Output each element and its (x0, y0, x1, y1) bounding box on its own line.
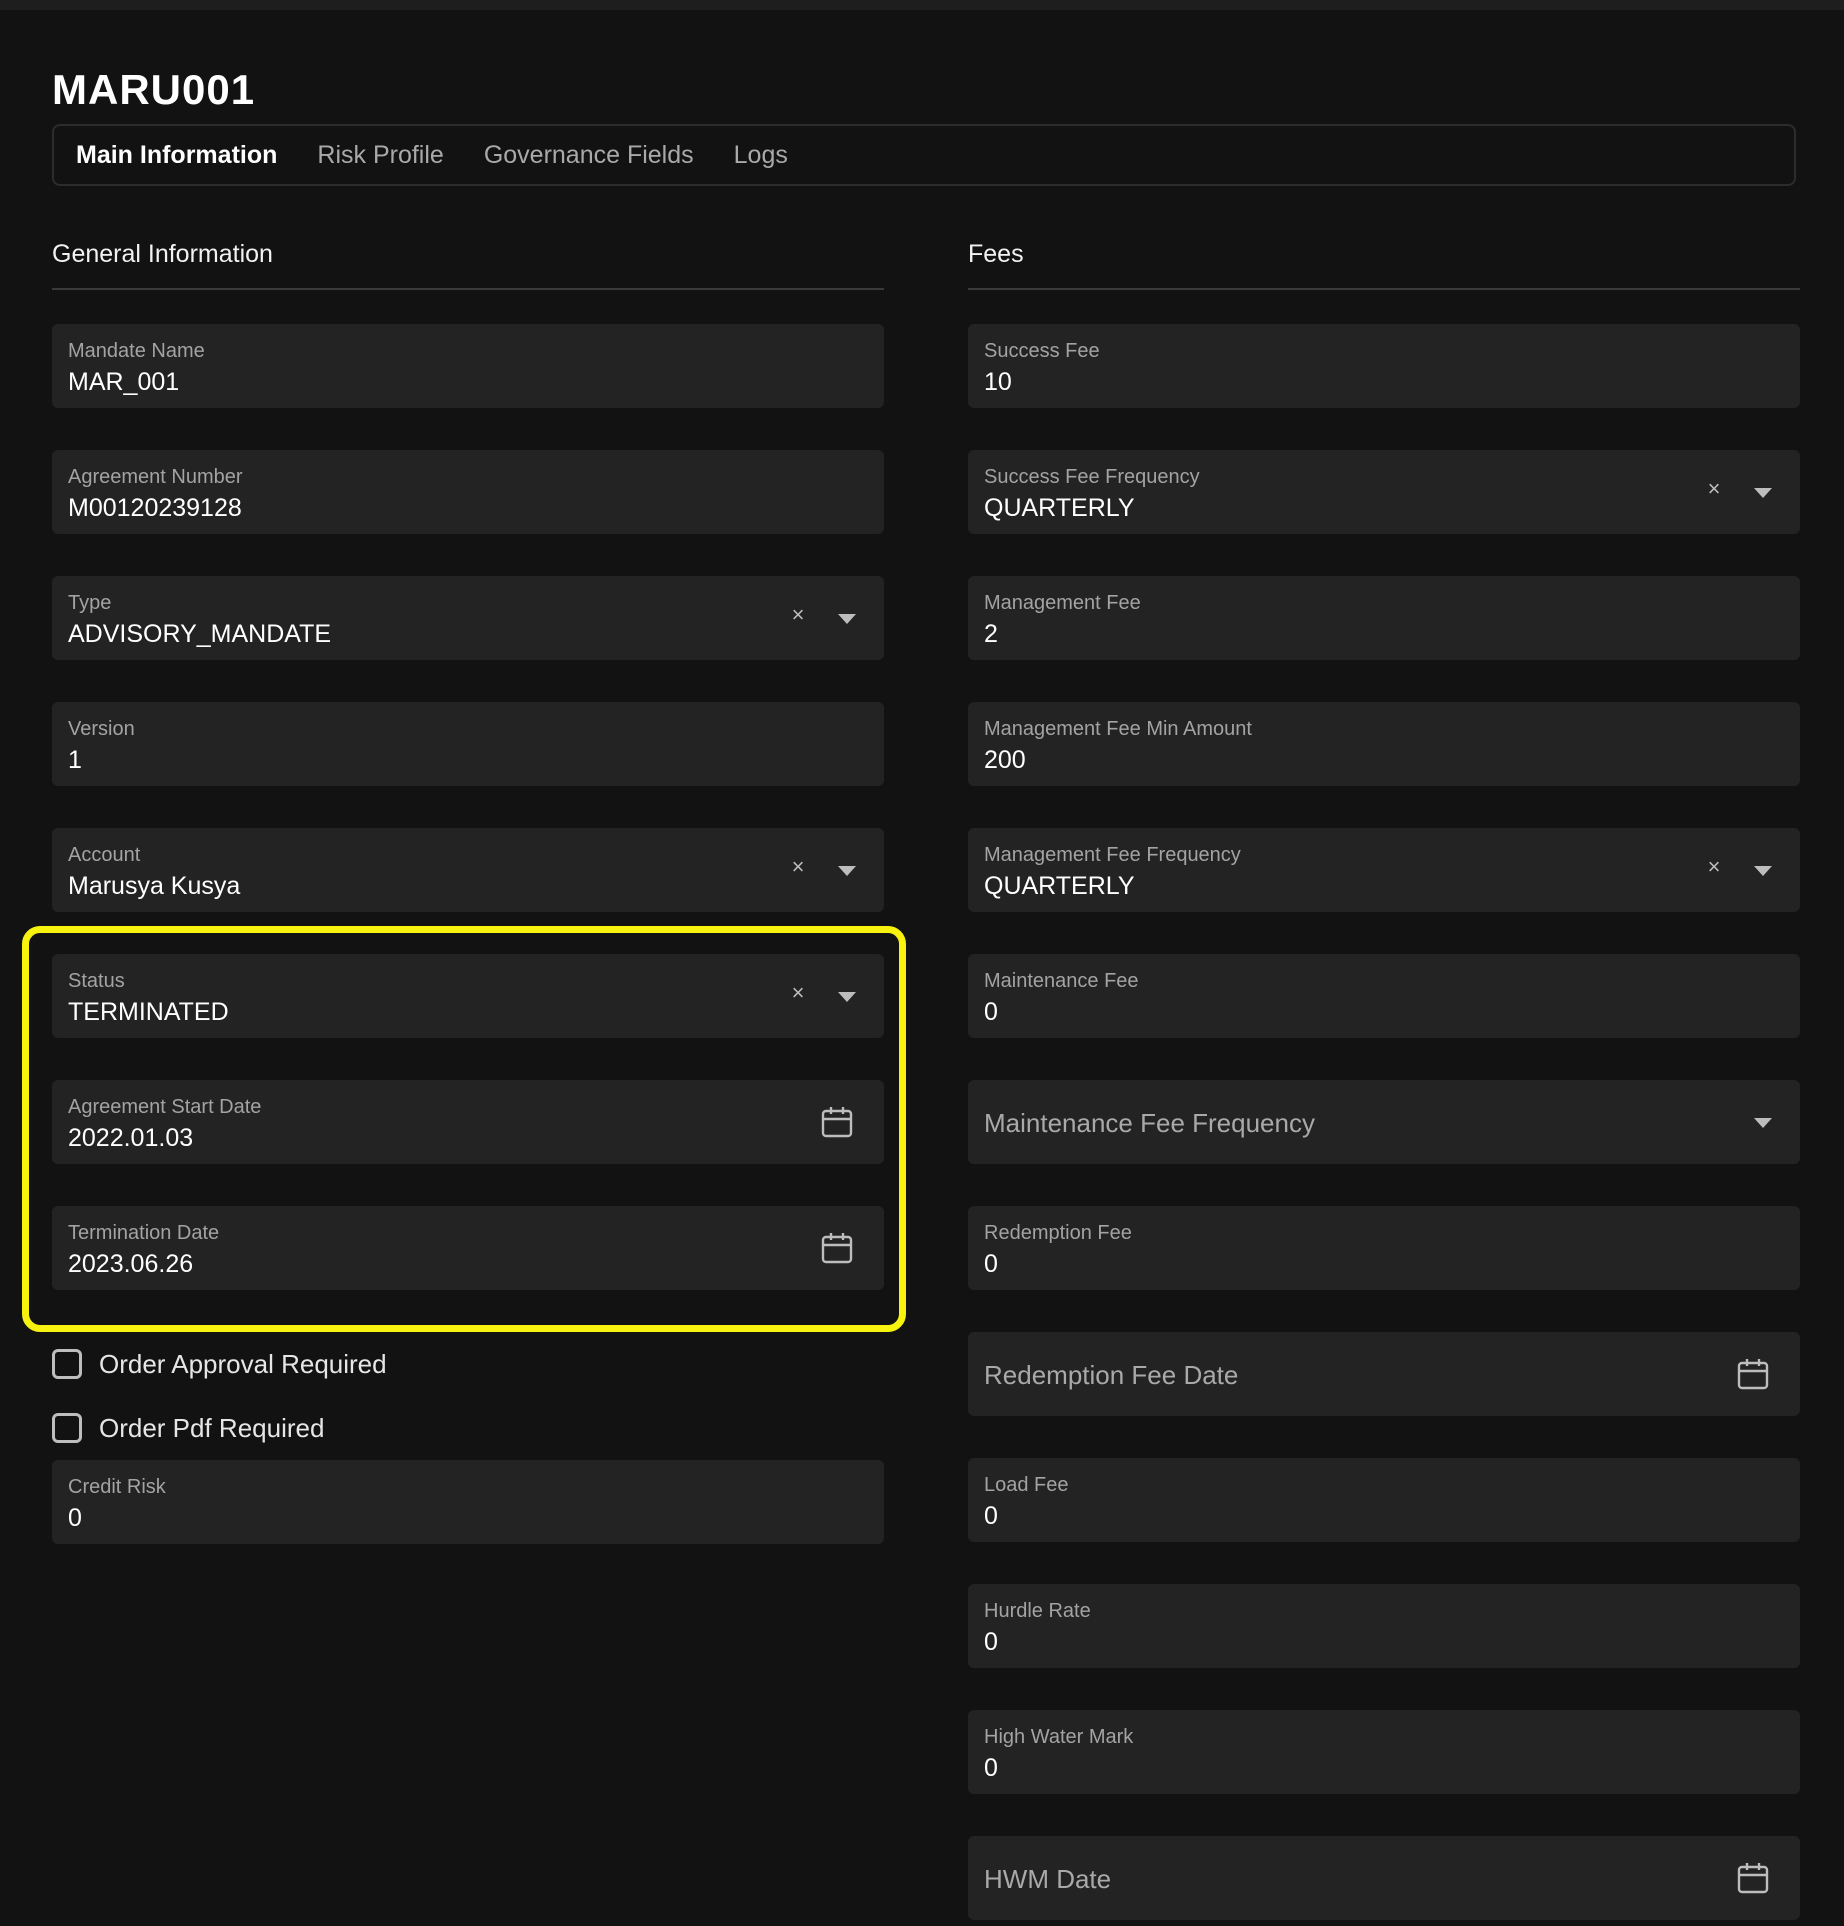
top-bar (0, 0, 1844, 10)
credit-risk-value[interactable]: 0 (68, 1504, 82, 1533)
maintenance-fee-value[interactable]: 0 (984, 998, 998, 1027)
calendar-icon[interactable] (820, 1105, 854, 1139)
order-pdf-required-checkbox[interactable] (52, 1413, 82, 1443)
close-icon[interactable]: × (1704, 478, 1724, 500)
agreement-number-value[interactable]: M00120239128 (68, 494, 242, 523)
account-select[interactable]: Account Marusya Kusya × (52, 828, 884, 912)
termination-date-value[interactable]: 2023.06.26 (68, 1250, 193, 1279)
chevron-down-icon[interactable] (1754, 866, 1772, 876)
order-approval-required-checkbox-row[interactable]: Order Approval Required (52, 1346, 387, 1382)
status-select[interactable]: Status TERMINATED × (52, 954, 884, 1038)
order-approval-required-label[interactable]: Order Approval Required (99, 1349, 387, 1380)
page-title: MARU001 (52, 66, 256, 113)
termination-date-label: Termination Date (68, 1222, 220, 1244)
redemption-fee-label: Redemption Fee (984, 1222, 1132, 1244)
success-fee-value[interactable]: 10 (984, 368, 1012, 397)
chevron-down-icon[interactable] (838, 614, 856, 624)
account-label: Account (68, 844, 141, 866)
agreement-start-date-field[interactable]: Agreement Start Date 2022.01.03 (52, 1080, 884, 1164)
agreement-number-label: Agreement Number (68, 466, 243, 488)
type-label: Type (68, 592, 112, 614)
management-fee-frequency-label: Management Fee Frequency (984, 844, 1241, 866)
tab-governance-fields[interactable]: Governance Fields (484, 141, 694, 170)
load-fee-field[interactable]: Load Fee 0 (968, 1458, 1800, 1542)
mandate-name-label: Mandate Name (68, 340, 205, 362)
credit-risk-label: Credit Risk (68, 1476, 166, 1498)
credit-risk-field[interactable]: Credit Risk 0 (52, 1460, 884, 1544)
calendar-icon[interactable] (1736, 1357, 1770, 1391)
type-select[interactable]: Type ADVISORY_MANDATE × (52, 576, 884, 660)
calendar-icon[interactable] (820, 1231, 854, 1265)
close-icon[interactable]: × (1704, 856, 1724, 878)
management-fee-value[interactable]: 2 (984, 620, 998, 649)
order-pdf-required-checkbox-row[interactable]: Order Pdf Required (52, 1410, 324, 1446)
calendar-icon[interactable] (1736, 1861, 1770, 1895)
close-icon[interactable]: × (788, 856, 808, 878)
redemption-fee-date-placeholder[interactable]: Redemption Fee Date (984, 1360, 1238, 1391)
hurdle-rate-label: Hurdle Rate (984, 1600, 1091, 1622)
tab-risk-profile[interactable]: Risk Profile (317, 141, 443, 170)
agreement-number-field[interactable]: Agreement Number M00120239128 (52, 450, 884, 534)
hurdle-rate-field[interactable]: Hurdle Rate 0 (968, 1584, 1800, 1668)
success-fee-frequency-value[interactable]: QUARTERLY (984, 494, 1135, 523)
redemption-fee-value[interactable]: 0 (984, 1250, 998, 1279)
order-approval-required-checkbox[interactable] (52, 1349, 82, 1379)
close-icon[interactable]: × (788, 982, 808, 1004)
mandate-name-value[interactable]: MAR_001 (68, 368, 179, 397)
tab-bar: Main Information Risk Profile Governance… (52, 124, 1796, 186)
redemption-fee-field[interactable]: Redemption Fee 0 (968, 1206, 1800, 1290)
type-value[interactable]: ADVISORY_MANDATE (68, 620, 331, 649)
maintenance-fee-frequency-select[interactable]: Maintenance Fee Frequency (968, 1080, 1800, 1164)
management-fee-frequency-select[interactable]: Management Fee Frequency QUARTERLY × (968, 828, 1800, 912)
version-field[interactable]: Version 1 (52, 702, 884, 786)
chevron-down-icon[interactable] (838, 992, 856, 1002)
chevron-down-icon[interactable] (838, 866, 856, 876)
chevron-down-icon[interactable] (1754, 488, 1772, 498)
management-fee-min-amount-field[interactable]: Management Fee Min Amount 200 (968, 702, 1800, 786)
fees-title: Fees (968, 240, 1800, 290)
high-water-mark-label: High Water Mark (984, 1726, 1134, 1748)
success-fee-field[interactable]: Success Fee 10 (968, 324, 1800, 408)
status-value[interactable]: TERMINATED (68, 998, 229, 1027)
maintenance-fee-label: Maintenance Fee (984, 970, 1139, 992)
version-label: Version (68, 718, 135, 740)
mandate-name-field[interactable]: Mandate Name MAR_001 (52, 324, 884, 408)
maintenance-fee-field[interactable]: Maintenance Fee 0 (968, 954, 1800, 1038)
maintenance-fee-frequency-placeholder[interactable]: Maintenance Fee Frequency (984, 1108, 1315, 1139)
version-value[interactable]: 1 (68, 746, 82, 775)
management-fee-min-amount-label: Management Fee Min Amount (984, 718, 1252, 740)
management-fee-label: Management Fee (984, 592, 1141, 614)
tab-logs[interactable]: Logs (734, 141, 788, 170)
management-fee-min-amount-value[interactable]: 200 (984, 746, 1026, 775)
chevron-down-icon[interactable] (1754, 1118, 1772, 1128)
management-fee-frequency-value[interactable]: QUARTERLY (984, 872, 1135, 901)
close-icon[interactable]: × (788, 604, 808, 626)
load-fee-value[interactable]: 0 (984, 1502, 998, 1531)
hwm-date-placeholder[interactable]: HWM Date (984, 1864, 1111, 1895)
order-pdf-required-label[interactable]: Order Pdf Required (99, 1413, 324, 1444)
agreement-start-date-value[interactable]: 2022.01.03 (68, 1124, 193, 1153)
status-label: Status (68, 970, 125, 992)
high-water-mark-field[interactable]: High Water Mark 0 (968, 1710, 1800, 1794)
management-fee-field[interactable]: Management Fee 2 (968, 576, 1800, 660)
success-fee-frequency-select[interactable]: Success Fee Frequency QUARTERLY × (968, 450, 1800, 534)
load-fee-label: Load Fee (984, 1474, 1069, 1496)
redemption-fee-date-field[interactable]: Redemption Fee Date (968, 1332, 1800, 1416)
tab-main-information[interactable]: Main Information (76, 141, 277, 170)
termination-date-field[interactable]: Termination Date 2023.06.26 (52, 1206, 884, 1290)
success-fee-frequency-label: Success Fee Frequency (984, 466, 1200, 488)
high-water-mark-value[interactable]: 0 (984, 1754, 998, 1783)
hurdle-rate-value[interactable]: 0 (984, 1628, 998, 1657)
success-fee-label: Success Fee (984, 340, 1100, 362)
account-value[interactable]: Marusya Kusya (68, 872, 240, 901)
hwm-date-field[interactable]: HWM Date (968, 1836, 1800, 1920)
agreement-start-date-label: Agreement Start Date (68, 1096, 262, 1118)
general-information-title: General Information (52, 240, 884, 290)
